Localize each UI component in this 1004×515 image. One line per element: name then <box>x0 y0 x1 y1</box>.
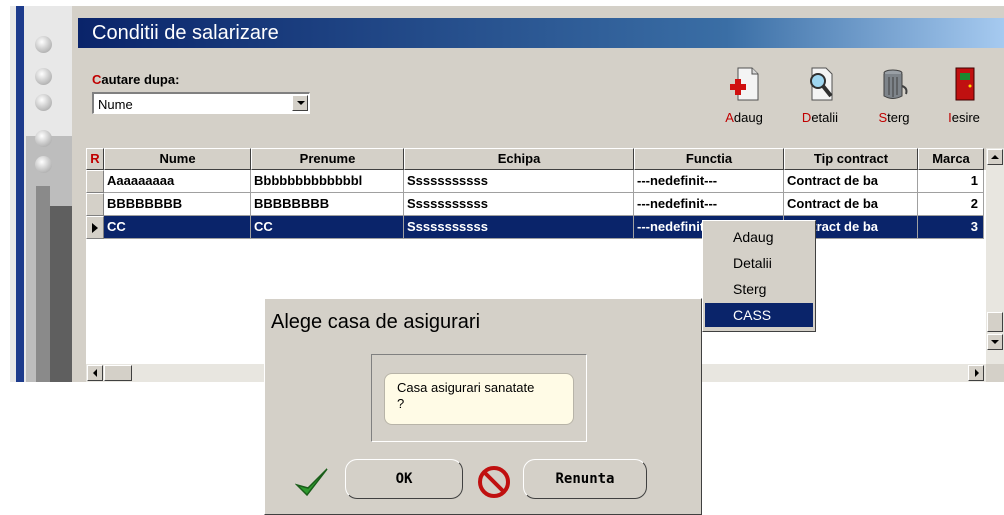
cancel-stop-icon <box>478 466 510 498</box>
search-label: Cautare dupa: <box>92 72 180 87</box>
dropdown-arrow-icon[interactable] <box>292 95 308 111</box>
current-row-arrow-icon <box>92 223 98 233</box>
context-menu: Adaug Detalii Sterg CASS <box>702 220 816 332</box>
binding-ring-icon <box>35 130 52 147</box>
cell-marca[interactable]: 1 <box>918 170 984 193</box>
grid-header: R Nume Prenume Echipa Functia Tip contra… <box>86 148 1004 170</box>
cell-functia[interactable]: ---nedefinit--- <box>634 170 784 193</box>
cell-tip-contract[interactable]: Contract de ba <box>784 170 918 193</box>
scroll-up-button[interactable] <box>987 149 1003 165</box>
binding-ring-icon <box>35 36 52 53</box>
menu-item-adaug[interactable]: Adaug <box>705 225 813 249</box>
size-grip[interactable] <box>986 364 1004 382</box>
column-header-functia[interactable]: Functia <box>634 148 784 170</box>
cell-marca[interactable]: 2 <box>918 193 984 216</box>
search-field-value: Nume <box>98 97 133 112</box>
table-row[interactable]: Aaaaaaaaa Bbbbbbbbbbbbbl Sssssssssss ---… <box>86 170 984 193</box>
cell-echipa[interactable]: Sssssssssss <box>404 170 634 193</box>
vertical-scrollbar[interactable] <box>986 148 1004 364</box>
scroll-right-button[interactable] <box>968 365 984 381</box>
binding-ring-icon <box>35 68 52 85</box>
menu-item-sterg[interactable]: Sterg <box>705 277 813 301</box>
column-header-nume[interactable]: Nume <box>104 148 251 170</box>
row-indicator[interactable] <box>86 216 104 239</box>
magnifier-document-icon <box>810 67 833 101</box>
binding-ring-icon <box>35 156 52 173</box>
cell-echipa[interactable]: Sssssssssss <box>404 216 634 239</box>
cell-prenume[interactable]: Bbbbbbbbbbbbbl <box>251 170 404 193</box>
cell-marca[interactable]: 3 <box>918 216 984 239</box>
cell-functia[interactable]: ---nedefinit--- <box>634 193 784 216</box>
scroll-thumb[interactable] <box>987 312 1003 332</box>
insurance-option[interactable]: Casa asigurari sanatate ? <box>384 373 574 425</box>
notebook-binding-decoration <box>10 6 72 382</box>
column-header-marca[interactable]: Marca <box>918 148 984 170</box>
cancel-button[interactable]: Renunta <box>523 459 647 499</box>
add-document-icon <box>730 67 759 101</box>
insurance-option-mark: ? <box>397 396 405 411</box>
cell-prenume[interactable]: CC <box>251 216 404 239</box>
scroll-left-button[interactable] <box>87 365 103 381</box>
grid-corner: R <box>86 148 104 170</box>
menu-item-cass[interactable]: CASS <box>705 303 813 327</box>
column-header-prenume[interactable]: Prenume <box>251 148 404 170</box>
cell-echipa[interactable]: Sssssssssss <box>404 193 634 216</box>
window-title: Conditii de salarizare <box>92 22 279 44</box>
table-row[interactable]: BBBBBBBB BBBBBBBB Sssssssssss ---nedefin… <box>86 193 984 216</box>
row-indicator[interactable] <box>86 170 104 193</box>
ok-button[interactable]: OK <box>345 459 463 499</box>
column-header-echipa[interactable]: Echipa <box>404 148 634 170</box>
insurance-option-text: Casa asigurari sanatate <box>397 380 535 395</box>
cell-prenume[interactable]: BBBBBBBB <box>251 193 404 216</box>
table-row-selected[interactable]: CC CC Sssssssssss ---nedefinit--- Contra… <box>86 216 984 239</box>
cell-nume[interactable]: BBBBBBBB <box>104 193 251 216</box>
insurance-dialog: Alege casa de asigurari Casa asigurari s… <box>264 298 702 515</box>
scroll-down-button[interactable] <box>987 334 1003 350</box>
cell-tip-contract[interactable]: Contract de ba <box>784 193 918 216</box>
dialog-message-frame: Casa asigurari sanatate ? <box>371 354 587 442</box>
column-header-tip-contract[interactable]: Tip contract <box>784 148 918 170</box>
trash-can-icon <box>883 69 908 99</box>
binding-ring-icon <box>35 94 52 111</box>
exit-door-icon <box>955 67 975 101</box>
cell-nume[interactable]: Aaaaaaaaa <box>104 170 251 193</box>
checkmark-icon <box>295 468 328 497</box>
search-field-dropdown[interactable]: Nume <box>92 92 310 114</box>
menu-item-detalii[interactable]: Detalii <box>705 251 813 275</box>
scroll-thumb-horizontal[interactable] <box>104 365 132 381</box>
cell-nume[interactable]: CC <box>104 216 251 239</box>
dialog-title: Alege casa de asigurari <box>271 311 481 333</box>
row-indicator[interactable] <box>86 193 104 216</box>
window-titlebar: Conditii de salarizare <box>78 18 1004 48</box>
